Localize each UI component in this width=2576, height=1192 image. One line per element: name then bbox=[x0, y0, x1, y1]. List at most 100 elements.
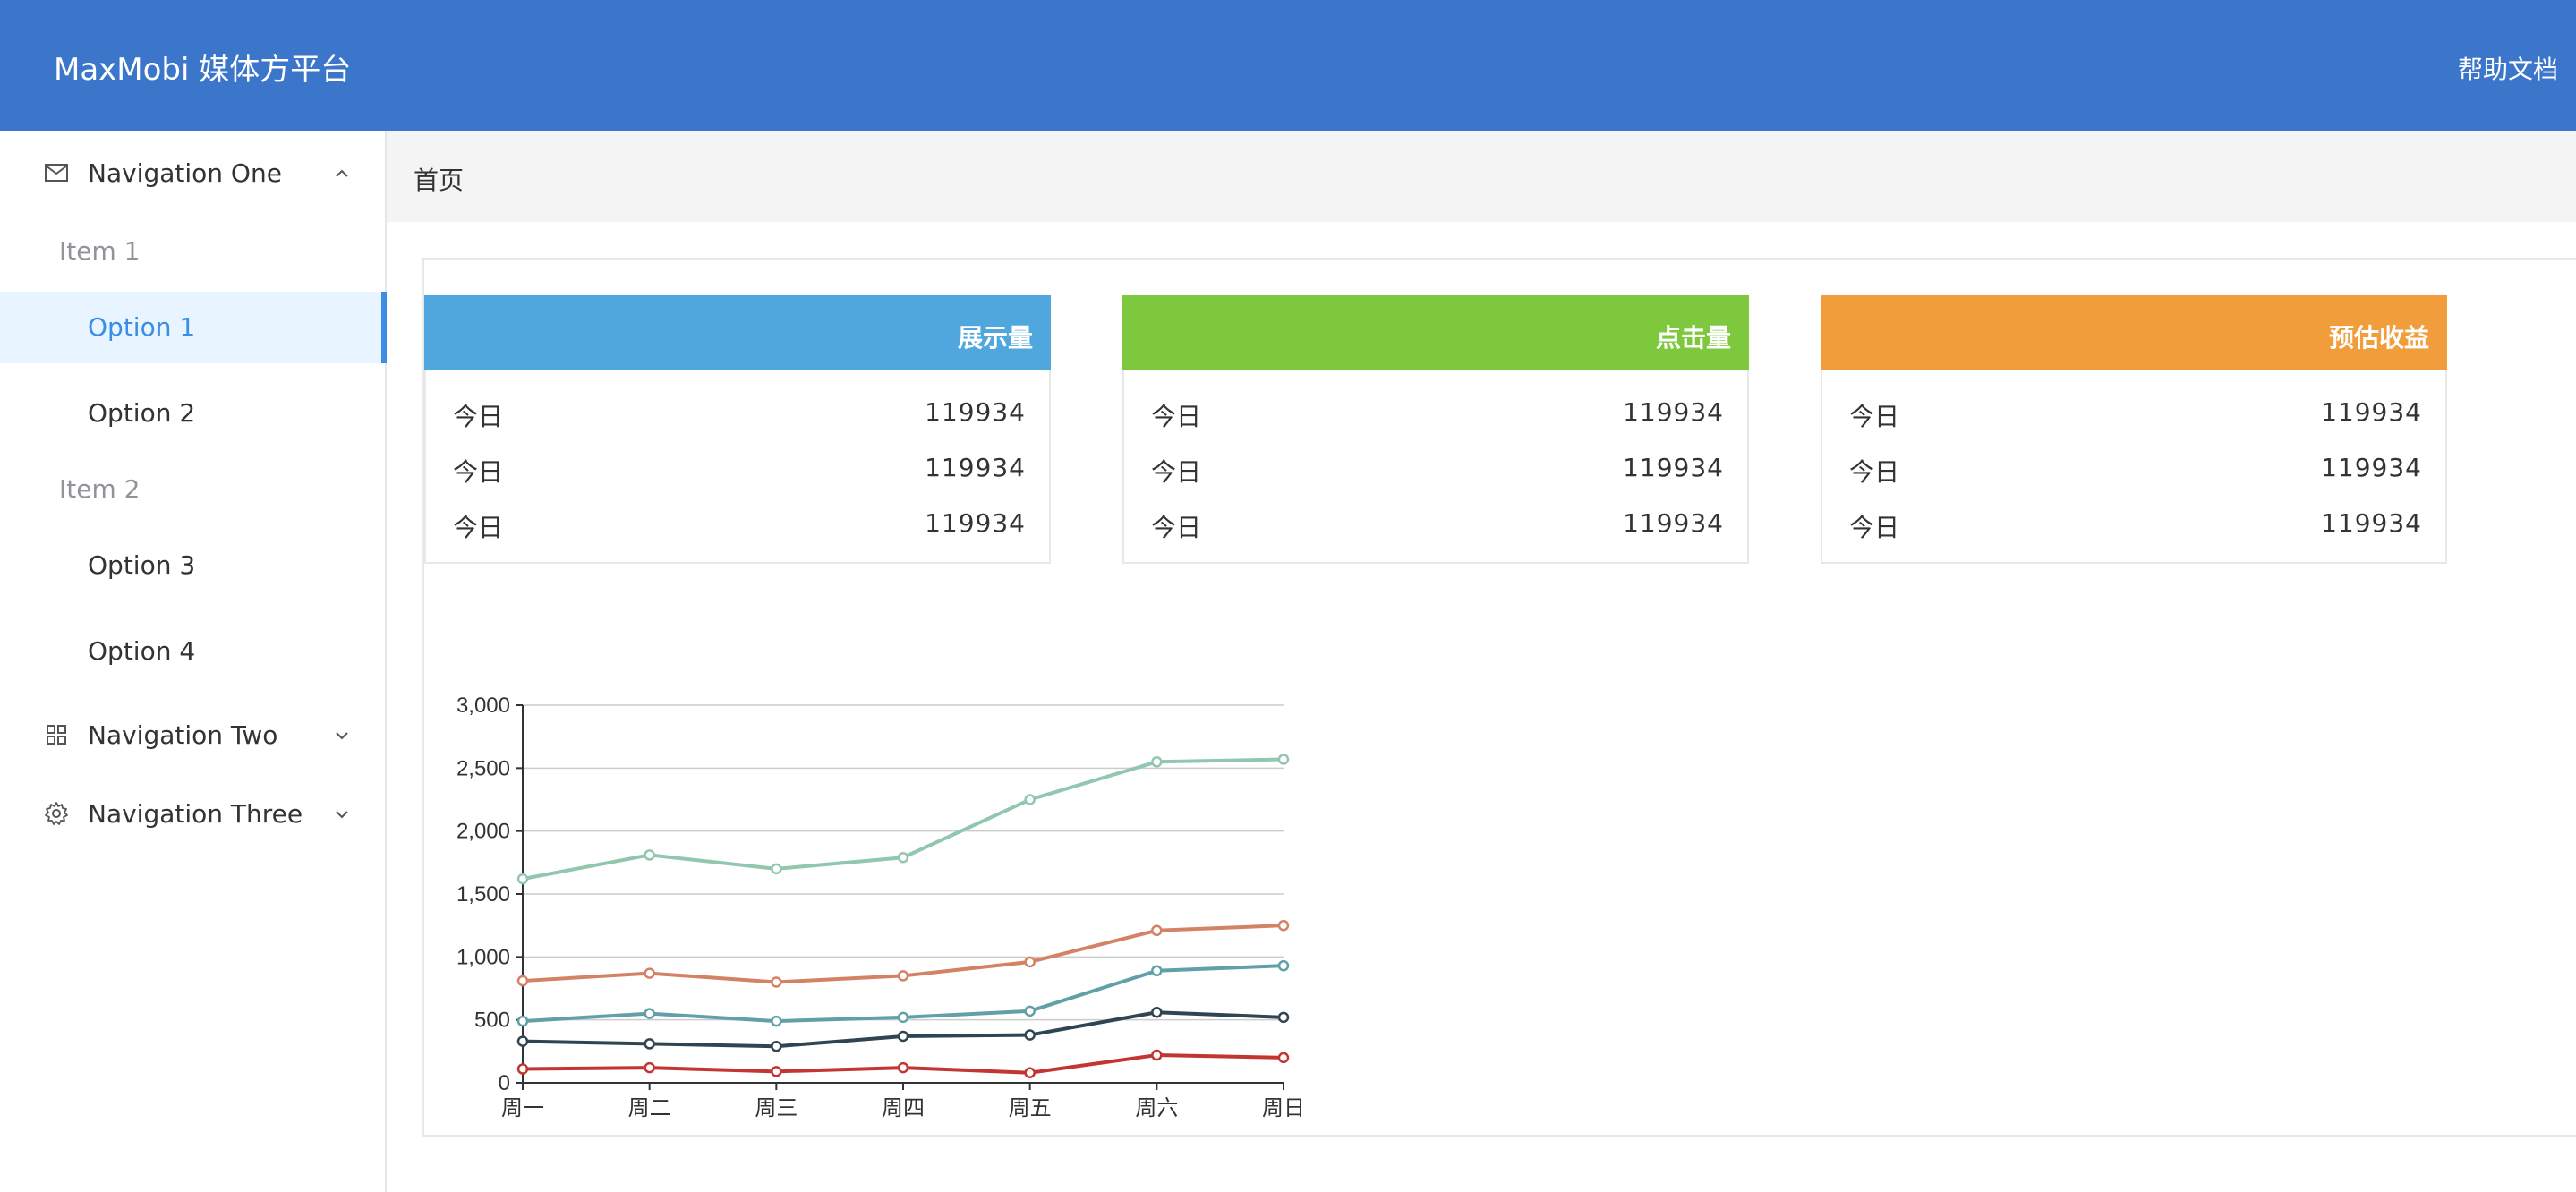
breadcrumb-home[interactable]: 首页 bbox=[414, 161, 464, 197]
revenue-card-title: 预估收益 bbox=[2328, 323, 2429, 353]
menu-option-2-label: Option 2 bbox=[88, 398, 196, 428]
impressions-card-title: 展示量 bbox=[957, 323, 1033, 353]
nav-three-submenu[interactable]: Navigation Three bbox=[0, 782, 385, 845]
help-docs-link[interactable]: 帮助文档 bbox=[2458, 50, 2558, 86]
stat-value: 119934 bbox=[1623, 397, 1724, 427]
x-tick-label: 周日 bbox=[1262, 1096, 1305, 1120]
data-point bbox=[644, 1038, 655, 1050]
mail-icon bbox=[45, 164, 68, 182]
data-point bbox=[1024, 1067, 1036, 1078]
data-point bbox=[1277, 754, 1290, 765]
nav-one-submenu[interactable]: Navigation One bbox=[0, 141, 385, 204]
stat-value: 119934 bbox=[925, 397, 1026, 427]
impressions-card-header: 展示量 bbox=[424, 295, 1051, 370]
stat-label: 今日 bbox=[1151, 457, 1202, 487]
data-point bbox=[1151, 965, 1163, 977]
y-tick-label: 1,500 bbox=[456, 882, 510, 907]
stat-label: 今日 bbox=[1151, 402, 1202, 431]
data-point bbox=[1151, 1006, 1163, 1018]
revenue-card-header: 预估收益 bbox=[1821, 295, 2447, 370]
data-point bbox=[1277, 1052, 1290, 1064]
data-point bbox=[1024, 956, 1036, 968]
sidebar: Navigation One Item 1 Option 1 Option 2 … bbox=[0, 131, 387, 1192]
menu-option-4-label: Option 4 bbox=[88, 636, 196, 666]
item-group-1-title: Item 1 bbox=[59, 236, 141, 266]
weekly-line-chart: 0 500 1,000 1,500 2,000 2,500 3,000 周一 周二 周三 周四 周五 周… bbox=[456, 694, 1305, 1120]
stat-label: 今日 bbox=[1151, 513, 1202, 542]
data-point bbox=[1151, 756, 1163, 768]
stat-row: 今日 119934 bbox=[1849, 453, 2422, 489]
nav-three-label: Navigation Three bbox=[88, 799, 303, 829]
impressions-card: 展示量 今日 119934 今日 119934 今日 119934 bbox=[424, 295, 1051, 564]
menu-option-1-label: Option 1 bbox=[88, 312, 196, 342]
data-point bbox=[771, 1066, 782, 1077]
data-point bbox=[771, 976, 782, 988]
menu-option-1[interactable]: Option 1 bbox=[0, 292, 387, 363]
stat-value: 119934 bbox=[2321, 453, 2422, 482]
x-tick-label: 周二 bbox=[628, 1096, 671, 1120]
data-point bbox=[1151, 924, 1163, 937]
data-point bbox=[897, 1030, 909, 1043]
top-header: MaxMobi 媒体方平台 帮助文档 bbox=[0, 0, 2576, 131]
data-point bbox=[897, 851, 909, 864]
data-point bbox=[644, 849, 655, 861]
data-point bbox=[1024, 794, 1036, 805]
nav-two-label: Navigation Two bbox=[88, 720, 278, 750]
data-point bbox=[771, 1015, 782, 1027]
menu-option-4[interactable]: Option 4 bbox=[0, 616, 385, 687]
stat-value: 119934 bbox=[2321, 508, 2422, 538]
data-point bbox=[516, 1035, 529, 1047]
clicks-card-title: 点击量 bbox=[1655, 323, 1731, 353]
nav-one-label: Navigation One bbox=[88, 158, 282, 188]
data-point bbox=[516, 1063, 529, 1075]
stat-row: 今日 119934 bbox=[1151, 508, 1724, 544]
chevron-down-icon bbox=[336, 811, 348, 819]
stat-label: 今日 bbox=[453, 513, 504, 542]
x-tick-label: 周一 bbox=[501, 1096, 544, 1120]
y-tick-label: 1,000 bbox=[456, 945, 510, 969]
data-point bbox=[1151, 1049, 1163, 1061]
app-title[interactable]: MaxMobi 媒体方平台 bbox=[54, 45, 351, 89]
data-point bbox=[1024, 1029, 1036, 1041]
grid-icon bbox=[47, 725, 66, 745]
data-point bbox=[516, 975, 529, 987]
stat-label: 今日 bbox=[453, 402, 504, 431]
stat-value: 119934 bbox=[2321, 397, 2422, 427]
y-tick-label: 3,000 bbox=[456, 694, 510, 718]
x-tick-label: 周三 bbox=[755, 1096, 798, 1120]
data-point bbox=[1277, 959, 1290, 972]
stat-row: 今日 119934 bbox=[453, 397, 1026, 433]
y-tick-label: 0 bbox=[499, 1071, 510, 1095]
y-tick-label: 2,500 bbox=[456, 756, 510, 780]
data-point bbox=[1277, 1011, 1290, 1024]
stat-row: 今日 119934 bbox=[453, 453, 1026, 489]
data-point bbox=[644, 1008, 655, 1019]
stat-row: 今日 119934 bbox=[1849, 508, 2422, 544]
menu-option-3[interactable]: Option 3 bbox=[0, 530, 385, 601]
data-point bbox=[897, 970, 909, 982]
stat-value: 119934 bbox=[925, 453, 1026, 482]
breadcrumb: 首页 bbox=[387, 131, 2576, 222]
data-point bbox=[1024, 1005, 1036, 1017]
data-point bbox=[771, 863, 782, 875]
item-group-2-title: Item 2 bbox=[59, 474, 141, 504]
data-point bbox=[897, 1061, 909, 1074]
data-point bbox=[771, 1040, 782, 1052]
data-point bbox=[897, 1011, 909, 1024]
data-point bbox=[516, 1015, 529, 1027]
nav-two-submenu[interactable]: Navigation Two bbox=[0, 703, 385, 766]
chevron-up-icon bbox=[336, 169, 348, 177]
stat-value: 119934 bbox=[925, 508, 1026, 538]
stat-row: 今日 119934 bbox=[1151, 453, 1724, 489]
stat-row: 今日 119934 bbox=[453, 508, 1026, 544]
stat-row: 今日 119934 bbox=[1849, 397, 2422, 433]
stat-label: 今日 bbox=[1849, 513, 1900, 542]
data-point bbox=[644, 1061, 655, 1074]
revenue-card: 预估收益 今日 119934 今日 119934 今日 119934 bbox=[1821, 295, 2447, 564]
menu-option-3-label: Option 3 bbox=[88, 550, 196, 580]
menu-option-2[interactable]: Option 2 bbox=[0, 378, 385, 449]
x-tick-label: 周四 bbox=[882, 1096, 925, 1120]
stat-row: 今日 119934 bbox=[1151, 397, 1724, 433]
clicks-card: 点击量 今日 119934 今日 119934 今日 119934 bbox=[1122, 295, 1749, 564]
data-point bbox=[1277, 919, 1290, 932]
